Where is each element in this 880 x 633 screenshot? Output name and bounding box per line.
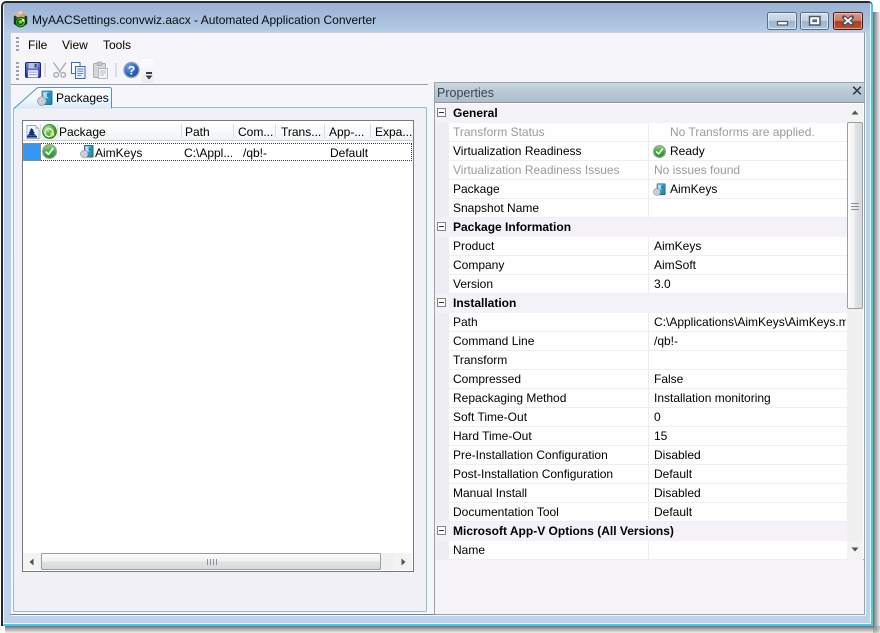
svg-text:?: ? bbox=[128, 63, 135, 77]
